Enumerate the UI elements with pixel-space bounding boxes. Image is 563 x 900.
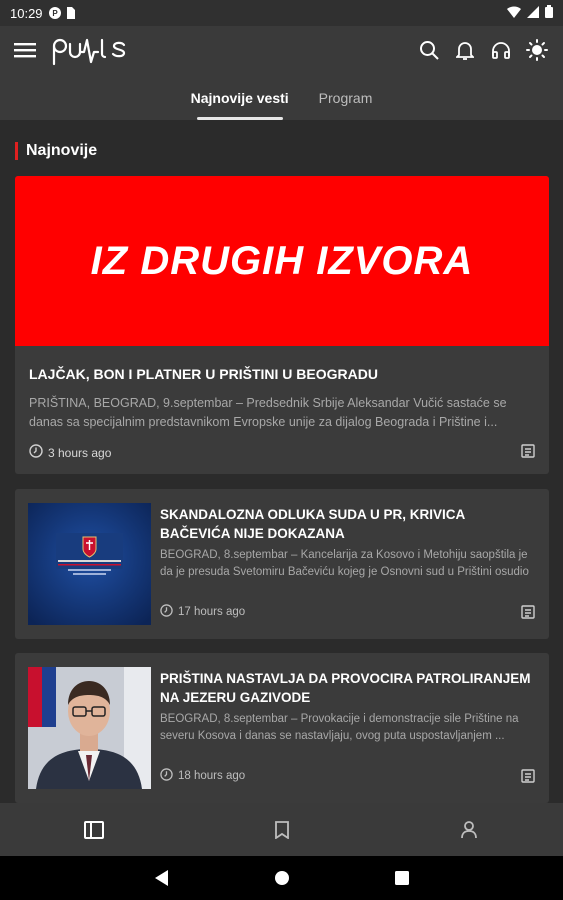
clock-icon [160,768,173,784]
article-meta: 3 hours ago [29,444,111,461]
tab-program[interactable]: Program [319,84,373,120]
svg-text:P: P [52,9,58,18]
news-feed[interactable]: Najnovije IZ DRUGIH IZVORA LAJČAK, BON I… [0,120,563,803]
menu-icon[interactable] [14,40,40,62]
article-excerpt: PRIŠTINA, BEOGRAD, 9.septembar – Predsed… [29,396,507,429]
section-title: Najnovije [15,142,97,160]
hero-banner-image: IZ DRUGIH IZVORA [15,176,549,346]
article-card[interactable]: PRIŠTINA NASTAVLJA DA PROVOCIRA PATROLIR… [15,653,549,803]
brightness-icon[interactable] [525,38,549,62]
hero-banner-text: IZ DRUGIH IZVORA [90,238,474,283]
headphones-icon[interactable] [489,38,513,62]
article-icon[interactable] [521,444,535,458]
bell-icon[interactable] [453,38,477,62]
clock-icon [29,444,43,461]
bottom-navigation [0,803,563,856]
article-meta: 17 hours ago [160,604,245,620]
wifi-icon [507,5,521,21]
system-navigation-bar [0,856,563,900]
article-card[interactable]: SKANDALOZNA ODLUKA SUDA U PR, KRIVICA BA… [15,489,549,639]
nav-news-icon[interactable] [0,803,188,856]
article-time: 18 hours ago [178,770,246,782]
article-icon[interactable] [521,769,535,783]
status-bar: 10:29 P [0,0,563,26]
signal-icon [527,5,539,21]
app-bar-actions [417,38,549,62]
article-thumbnail [28,667,151,789]
article-time: 3 hours ago [48,445,112,460]
article-excerpt: BEOGRAD, 8.septembar – Kancelarija za Ko… [160,549,529,578]
article-time: 17 hours ago [178,606,246,618]
status-time: 10:29 [10,5,43,21]
battery-icon [545,5,553,21]
article-excerpt: BEOGRAD, 8.septembar – Provokacije i dem… [160,713,519,742]
back-icon[interactable] [152,868,172,888]
tab-najnovije-vesti[interactable]: Najnovije vesti [191,84,289,120]
hero-article-card[interactable]: IZ DRUGIH IZVORA LAJČAK, BON I PLATNER U… [15,176,549,474]
notification-p-icon: P [48,7,61,19]
search-icon[interactable] [417,38,441,62]
clock-icon [160,604,173,620]
article-title: PRIŠTINA NASTAVLJA DA PROVOCIRA PATROLIR… [160,671,531,705]
article-icon[interactable] [521,605,535,619]
tab-bar: Najnovije vesti Program [0,84,563,120]
app-bar: Najnovije vesti Program [0,26,563,120]
article-title: SKANDALOZNA ODLUKA SUDA U PR, KRIVICA BA… [160,507,465,541]
home-icon[interactable] [272,868,292,888]
article-meta: 18 hours ago [160,768,245,784]
puls-logo [52,36,128,66]
nav-profile-icon[interactable] [375,803,563,856]
article-thumbnail [28,503,151,625]
nav-bookmark-icon[interactable] [188,803,376,856]
recents-icon[interactable] [392,868,412,888]
article-title: LAJČAK, BON I PLATNER U PRIŠTINI U BEOGR… [29,366,378,382]
sim-card-icon [65,7,77,19]
